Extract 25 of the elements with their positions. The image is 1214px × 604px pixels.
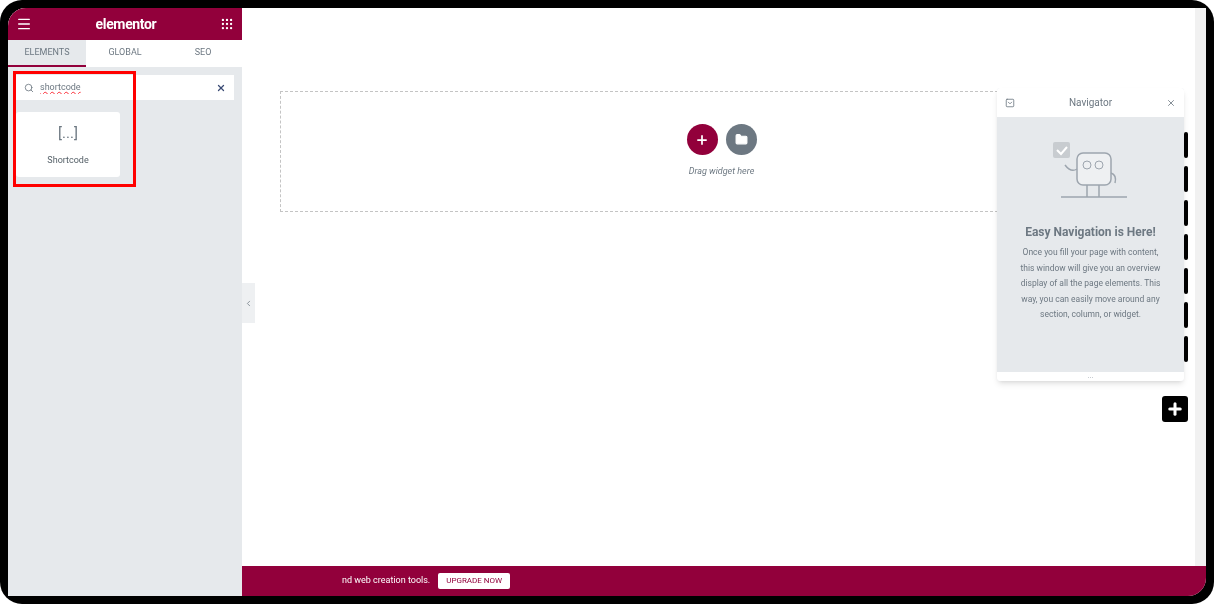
promo-text: nd web creation tools. [342, 574, 431, 588]
widget-label: Shortcode [47, 154, 89, 167]
template-button[interactable] [725, 124, 757, 156]
add-section-button[interactable] [686, 124, 718, 156]
panel-tab[interactable]: ELEMENTS [8, 40, 86, 67]
plus-icon [695, 132, 709, 147]
collapse-handle[interactable] [242, 283, 255, 323]
apps-grid-icon[interactable] [220, 17, 234, 31]
upgrade-button[interactable]: UPGRADE NOW [438, 573, 511, 589]
collapse-icon[interactable] [1005, 97, 1015, 108]
widget-card[interactable]: [...] Shortcode [16, 112, 120, 177]
search-field[interactable]: shortcode [16, 75, 234, 100]
search-icon [24, 82, 34, 93]
add-button[interactable] [1162, 396, 1188, 422]
navigator-heading: Easy Navigation is Here! [1025, 224, 1156, 241]
navigator-title: Navigator [1068, 96, 1113, 110]
drop-hint: Drag widget here [688, 165, 755, 179]
menu-icon[interactable] [16, 16, 32, 32]
close-icon[interactable] [216, 82, 226, 93]
shortcode-icon: [...] [58, 121, 78, 144]
folder-icon [734, 133, 748, 147]
search-input[interactable]: shortcode [40, 80, 210, 95]
logo: elementor [95, 14, 157, 34]
plus-icon [1166, 400, 1184, 418]
navigator-description: Once you fill your page with content, this window will give you an overview display of all the page elements. This way, you can easily move around any section, column, or widget. [1019, 246, 1162, 321]
